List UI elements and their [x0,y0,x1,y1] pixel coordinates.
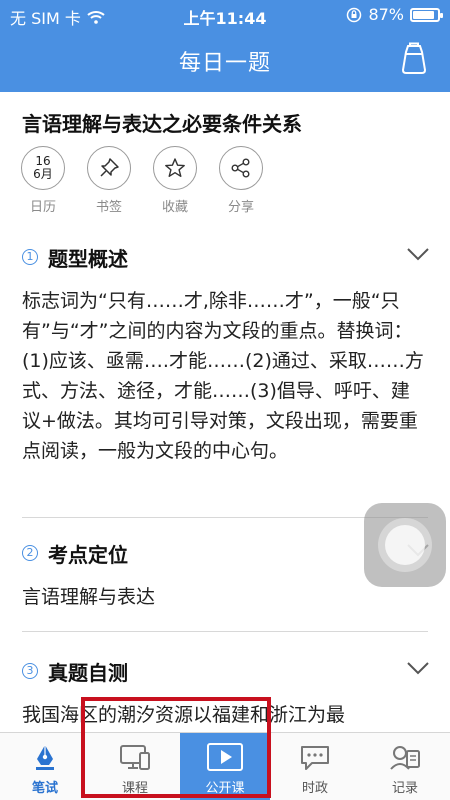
tab-label: 时政 [301,781,328,796]
tab-records[interactable]: 记录 [360,733,450,800]
star-icon[interactable] [153,146,197,190]
chevron-down-icon[interactable] [406,246,430,262]
battery-icon [410,7,443,22]
favorite-label: 收藏 [161,200,188,215]
section-body: 标志词为“只有……才,除非……才”，一般“只有”与“才”之间的内容为文段的重点。… [22,290,424,462]
section-overview: 1 题型概述 标志词为“只有……才,除非……才”，一般“只有”与“才”之间的内容… [0,240,450,466]
tab-label: 记录 [391,781,418,796]
section-header[interactable]: 1 题型概述 [0,240,450,276]
section-title: 题型概述 [48,247,128,271]
section-number: 2 [22,545,38,561]
chevron-down-icon[interactable] [406,660,430,676]
divider [22,631,428,632]
action-row: 16 6月 日历 书签 收藏 分享 [20,146,264,215]
status-right: 87% [346,5,443,24]
pin-icon[interactable] [87,146,131,190]
section-number: 3 [22,663,38,679]
chat-icon [301,746,329,770]
calendar-icon[interactable]: 16 6月 [21,146,65,190]
records-icon [390,746,420,770]
section-title: 考点定位 [48,543,128,567]
assistive-touch-center [385,525,425,565]
battery-fill [413,10,434,19]
app-header: 每日一题 [0,30,450,92]
section-body: 言语理解与表达 [22,586,156,608]
tab-current-affairs[interactable]: 时政 [270,733,360,800]
favorite-action[interactable]: 收藏 [152,146,198,215]
assistive-touch-button[interactable] [364,503,446,587]
battery-percent: 87% [368,5,404,24]
tab-written-exam[interactable]: 笔试 [0,733,90,800]
tab-label: 笔试 [31,781,58,796]
share-action[interactable]: 分享 [218,146,264,215]
share-icon[interactable] [219,146,263,190]
bookmark-action[interactable]: 书签 [86,146,132,215]
calendar-action[interactable]: 16 6月 日历 [20,146,66,215]
calendar-month: 6月 [33,167,53,181]
section-number: 1 [22,249,38,265]
cup-icon[interactable] [400,42,428,76]
pen-nib-icon [36,745,54,770]
content-area: 言语理解与表达之必要条件关系 16 6月 日历 书签 收藏 分享 1 题型概述 … [0,92,450,732]
status-bar: 无 SIM 卡 上午11:44 87% [0,0,450,30]
question-title: 言语理解与表达之必要条件关系 [22,112,302,136]
share-label: 分享 [227,200,254,215]
orientation-lock-icon [347,7,362,22]
calendar-label: 日历 [29,200,56,215]
bookmark-label: 书签 [95,200,122,215]
page-title: 每日一题 [178,51,271,76]
highlight-box [81,697,271,798]
section-title: 真题自测 [48,661,128,685]
section-header[interactable]: 3 真题自测 [0,654,450,690]
